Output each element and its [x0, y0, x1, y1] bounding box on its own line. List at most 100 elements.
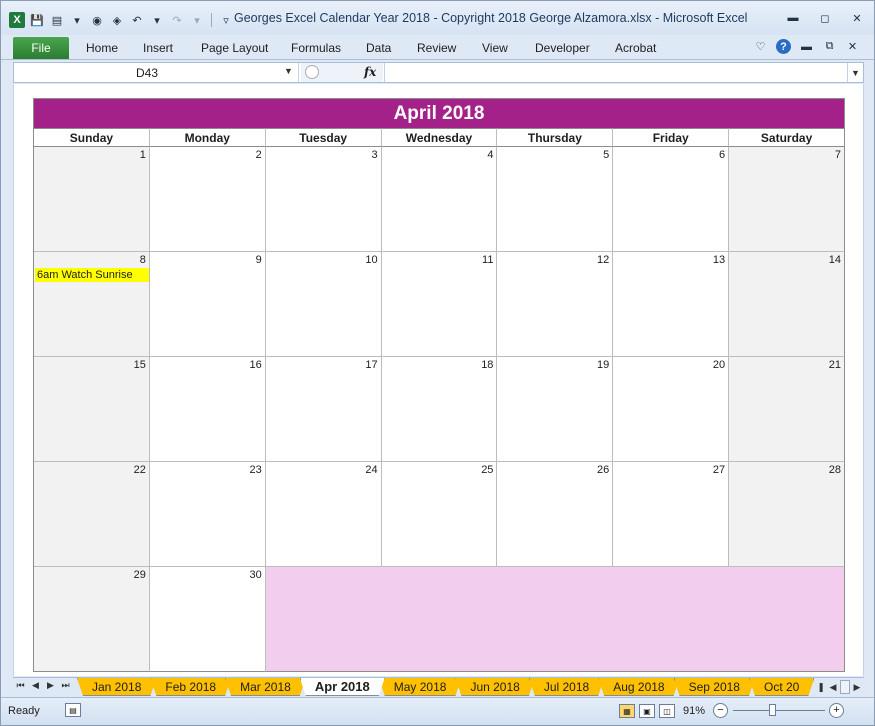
form-icon[interactable]: ▤ — [49, 12, 65, 28]
day-header-saturday[interactable]: Saturday — [729, 128, 846, 147]
day-cell[interactable]: 3 — [265, 147, 382, 252]
day-cell[interactable]: 4 — [381, 147, 498, 252]
undo-icon[interactable]: ↶ — [129, 12, 145, 28]
insert-function-icon[interactable]: fx — [364, 65, 376, 79]
calendar-event[interactable]: 6am Watch Sunrise — [35, 268, 149, 282]
macro-record-icon[interactable]: ▤ — [65, 703, 81, 717]
excel-logo-icon[interactable]: X — [9, 12, 25, 28]
day-cell[interactable]: 1 — [34, 147, 150, 252]
day-cell[interactable]: 30 — [149, 567, 266, 672]
sheet-tab-apr[interactable]: Apr 2018 — [300, 678, 385, 696]
day-cell[interactable]: 24 — [265, 462, 382, 567]
day-cell[interactable]: 21 — [729, 357, 846, 462]
sheet-tab-aug[interactable]: Aug 2018 — [598, 678, 679, 696]
sheet-tab-jul[interactable]: Jul 2018 — [529, 678, 604, 696]
day-header-friday[interactable]: Friday — [613, 128, 730, 147]
formula-input[interactable] — [384, 63, 847, 82]
day-header-sunday[interactable]: Sunday — [34, 128, 150, 147]
tab-split-icon[interactable]: ❚ — [816, 680, 826, 694]
tab-home[interactable]: Home — [86, 41, 118, 55]
ribbon-minimize-icon[interactable]: ♡ — [753, 39, 768, 54]
sheet-tab-may[interactable]: May 2018 — [379, 678, 462, 696]
tab-formulas[interactable]: Formulas — [291, 41, 341, 55]
help-icon[interactable]: ? — [776, 39, 791, 54]
minimize-icon[interactable]: ▬ — [786, 11, 800, 25]
save-icon[interactable]: 💾 — [29, 12, 45, 28]
name-box[interactable]: D43 ▼ — [14, 63, 299, 82]
day-cell[interactable]: 22 — [34, 462, 150, 567]
day-cell[interactable]: 5 — [497, 147, 614, 252]
tab-developer[interactable]: Developer — [535, 41, 590, 55]
tab-file[interactable]: File — [13, 37, 69, 59]
zoom-slider-track[interactable] — [733, 710, 825, 711]
workbook-close-icon[interactable]: ✕ — [845, 39, 860, 54]
normal-view-icon[interactable]: ▦ — [619, 704, 635, 718]
sheet-tab-feb[interactable]: Feb 2018 — [150, 678, 231, 696]
worksheet[interactable]: April 2018 Sunday Monday Tuesday Wednesd… — [13, 84, 864, 676]
day-cell[interactable]: 18 — [381, 357, 498, 462]
sheet-tab-jan[interactable]: Jan 2018 — [77, 678, 156, 696]
tab-page-layout[interactable]: Page Layout — [201, 41, 268, 55]
horizontal-scrollbar-thumb[interactable] — [840, 680, 850, 694]
dropdown-arrow-icon[interactable]: ▾ — [69, 12, 85, 28]
next-sheet-icon[interactable]: ▶ — [46, 680, 55, 691]
day-header-tuesday[interactable]: Tuesday — [265, 128, 382, 147]
customize-icon[interactable]: ▿ — [218, 12, 234, 28]
find-replace-icon[interactable]: ◈ — [109, 12, 125, 28]
prev-sheet-icon[interactable]: ◀ — [31, 680, 40, 691]
page-layout-view-icon[interactable]: ▣ — [639, 704, 655, 718]
day-cell[interactable]: 15 — [34, 357, 150, 462]
first-sheet-icon[interactable]: ⏮ — [16, 680, 25, 691]
zoom-percent[interactable]: 91% — [683, 705, 705, 717]
close-icon[interactable]: ✕ — [850, 11, 864, 25]
day-cell[interactable]: 6 — [613, 147, 730, 252]
day-cell[interactable]: 12 — [497, 252, 614, 357]
find-icon[interactable]: ◉ — [89, 12, 105, 28]
sheet-tab-sep[interactable]: Sep 2018 — [674, 678, 755, 696]
day-cell[interactable]: 2 — [149, 147, 266, 252]
tab-insert[interactable]: Insert — [143, 41, 173, 55]
sheet-tab-mar[interactable]: Mar 2018 — [225, 678, 306, 696]
day-header-wednesday[interactable]: Wednesday — [381, 128, 498, 147]
scroll-right-icon[interactable]: ▶ — [852, 680, 862, 694]
expand-formula-icon[interactable]: ▼ — [847, 63, 863, 82]
sheet-tab-jun[interactable]: Jun 2018 — [455, 678, 534, 696]
workbook-minimize-icon[interactable]: ▬ — [799, 39, 814, 54]
restore-icon[interactable]: ◻ — [818, 11, 832, 25]
day-cell[interactable]: 7 — [729, 147, 846, 252]
zoom-out-icon[interactable]: − — [713, 703, 728, 718]
sheet-tab-oct[interactable]: Oct 20 — [749, 678, 814, 696]
tab-review[interactable]: Review — [417, 41, 456, 55]
day-cell[interactable]: 20 — [613, 357, 730, 462]
empty-days-filler[interactable] — [265, 567, 845, 672]
day-cell[interactable]: 26 — [497, 462, 614, 567]
last-sheet-icon[interactable]: ⏭ — [61, 680, 70, 691]
day-cell[interactable]: 29 — [34, 567, 150, 672]
day-header-thursday[interactable]: Thursday — [497, 128, 614, 147]
day-cell[interactable]: 23 — [149, 462, 266, 567]
day-header-monday[interactable]: Monday — [149, 128, 266, 147]
day-cell[interactable]: 13 — [613, 252, 730, 357]
day-cell[interactable]: 10 — [265, 252, 382, 357]
day-cell[interactable]: 27 — [613, 462, 730, 567]
day-cell[interactable]: 28 — [729, 462, 846, 567]
day-cell[interactable]: 14 — [729, 252, 846, 357]
scroll-left-icon[interactable]: ◀ — [828, 680, 838, 694]
day-cell[interactable]: 9 — [149, 252, 266, 357]
zoom-in-icon[interactable]: + — [829, 703, 844, 718]
day-cell[interactable]: 25 — [381, 462, 498, 567]
tab-view[interactable]: View — [482, 41, 508, 55]
day-cell[interactable]: 17 — [265, 357, 382, 462]
dropdown-arrow-icon[interactable]: ▾ — [149, 12, 165, 28]
redo-icon[interactable]: ↷ — [169, 12, 185, 28]
dropdown-arrow-icon[interactable]: ▾ — [189, 12, 205, 28]
day-cell[interactable]: 8 6am Watch Sunrise — [34, 252, 150, 357]
page-break-view-icon[interactable]: ◫ — [659, 704, 675, 718]
workbook-restore-icon[interactable]: ⧉ — [822, 39, 837, 54]
calendar-title[interactable]: April 2018 — [33, 98, 845, 128]
day-cell[interactable]: 11 — [381, 252, 498, 357]
day-cell[interactable]: 16 — [149, 357, 266, 462]
tab-acrobat[interactable]: Acrobat — [615, 41, 656, 55]
formula-splitter-icon[interactable] — [305, 65, 319, 79]
zoom-slider-thumb[interactable] — [769, 704, 776, 716]
